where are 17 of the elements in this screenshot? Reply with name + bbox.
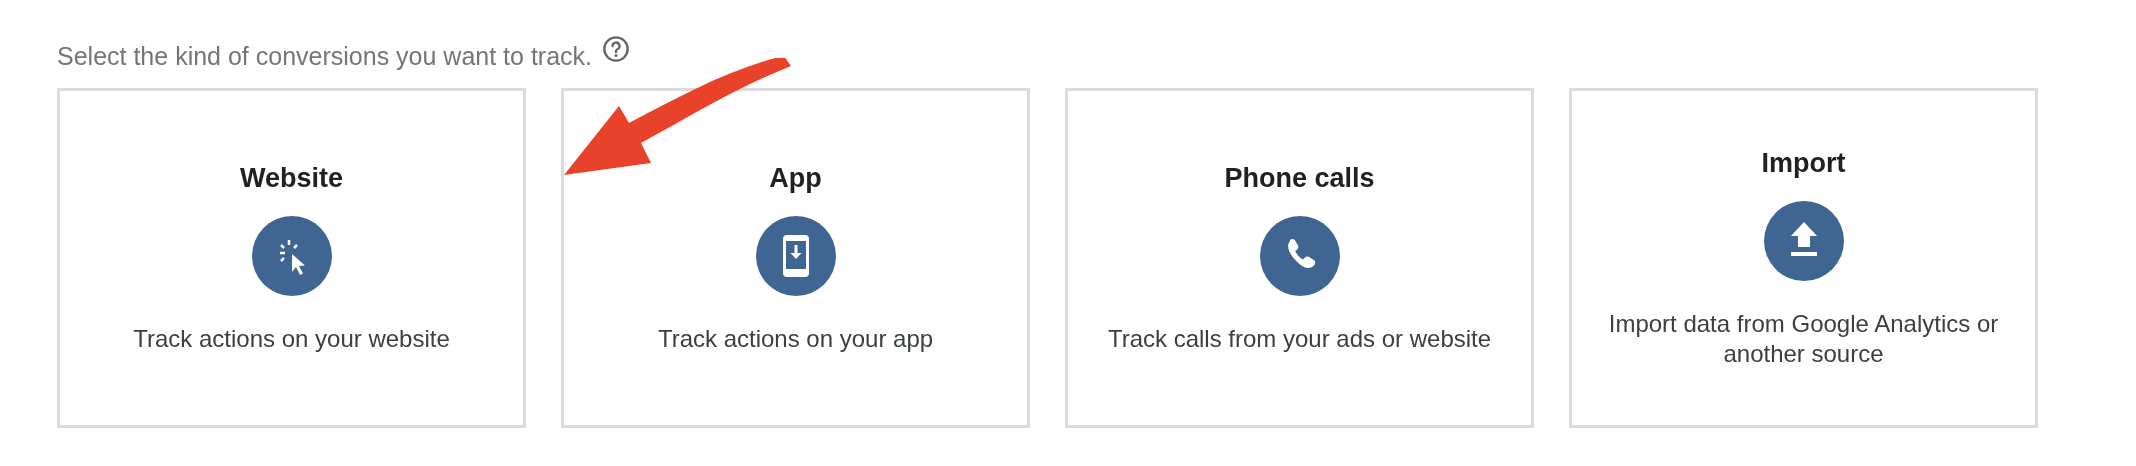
card-description: Track calls from your ads or website bbox=[1107, 323, 1492, 354]
card-title: Import bbox=[1761, 147, 1846, 179]
card-title: App bbox=[769, 162, 822, 194]
conversion-type-card[interactable]: Import Import data from Google Analytics or another source bbox=[1569, 88, 2038, 428]
instruction-text: Select the kind of conversions you want to track. bbox=[57, 41, 592, 71]
help-icon[interactable] bbox=[602, 35, 630, 63]
phone-download-icon bbox=[755, 215, 836, 296]
card-title: Website bbox=[240, 162, 343, 194]
cursor-click-icon bbox=[251, 215, 332, 296]
card-description: Track actions on your website bbox=[133, 323, 450, 354]
phone-handset-icon bbox=[1259, 215, 1340, 296]
conversion-type-card[interactable]: Phone calls Track calls from your ads or website bbox=[1065, 88, 1534, 428]
card-description: Import data from Google Analytics or another source bbox=[1607, 308, 2000, 369]
card-title: Phone calls bbox=[1224, 162, 1375, 194]
upload-icon bbox=[1763, 200, 1844, 281]
card-description: Track actions on your app bbox=[657, 323, 934, 354]
conversion-type-card[interactable]: Website Track actions on your website bbox=[57, 88, 526, 428]
